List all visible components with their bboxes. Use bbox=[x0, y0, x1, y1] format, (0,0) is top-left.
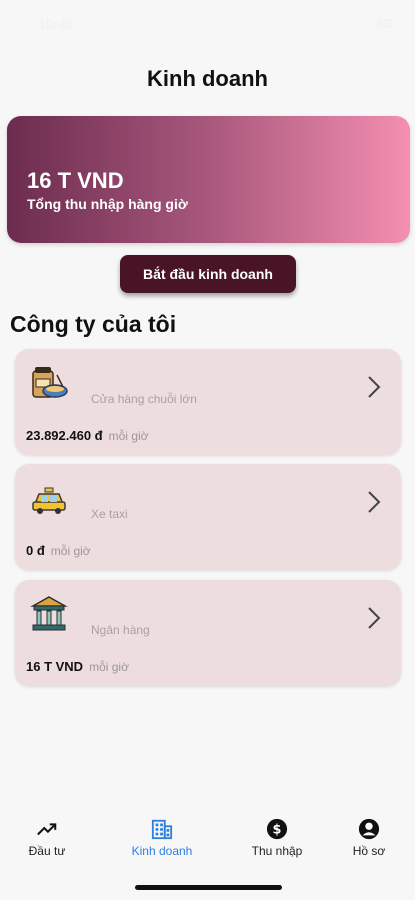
section-title: Công ty của tôi bbox=[10, 311, 177, 337]
nav-label-invest: Đầu tư bbox=[28, 844, 66, 858]
nav-item-business[interactable]: Kinh doanh bbox=[122, 810, 202, 860]
company-income: 23.892.460 đ mỗi giờ bbox=[26, 428, 149, 443]
status-bar: 10:41 4G bbox=[0, 0, 415, 50]
company-income-value: 23.892.460 đ bbox=[26, 428, 103, 443]
nav-item-invest[interactable]: Đầu tư bbox=[7, 810, 87, 860]
nav-item-profile[interactable]: Hồ sơ bbox=[329, 810, 409, 860]
status-time: 10:41 bbox=[38, 16, 74, 32]
company-income: 0 đ mỗi giờ bbox=[26, 543, 91, 558]
account-circle-icon bbox=[358, 818, 380, 840]
nav-label-business: Kinh doanh bbox=[131, 844, 193, 858]
home-indicator bbox=[135, 885, 282, 890]
building-icon bbox=[151, 819, 173, 840]
nav-item-income[interactable]: $ Thu nhập bbox=[237, 810, 317, 860]
page-title: Kinh doanh bbox=[147, 66, 268, 91]
company-card-chain-store[interactable]: Cửa hàng chuỗi lớn 23.892.460 đ mỗi giờ bbox=[15, 349, 401, 455]
company-card-bank[interactable]: Ngân hàng 16 T VND mỗi giờ bbox=[15, 580, 401, 686]
company-income-unit: mỗi giờ bbox=[50, 544, 91, 558]
status-network: 4G bbox=[375, 16, 393, 31]
taxi-icon bbox=[32, 487, 66, 514]
total-income-label: Tổng thu nhập hàng giờ bbox=[27, 196, 188, 212]
company-income-value: 0 đ bbox=[26, 543, 45, 558]
company-income-value: 16 T VND bbox=[26, 659, 84, 674]
food-store-icon bbox=[32, 367, 68, 398]
total-income-card: 16 T VND Tổng thu nhập hàng giờ bbox=[7, 116, 410, 243]
company-income-unit: mỗi giờ bbox=[89, 660, 129, 674]
svg-text:$: $ bbox=[273, 823, 282, 838]
company-income: 16 T VND mỗi giờ bbox=[26, 659, 129, 674]
start-business-button[interactable]: Bắt đầu kinh doanh bbox=[120, 255, 296, 293]
chevron-right-icon[interactable] bbox=[367, 375, 381, 399]
dollar-circle-icon: $ bbox=[266, 818, 288, 840]
company-card-taxi[interactable]: Xe taxi 0 đ mỗi giờ bbox=[15, 464, 401, 570]
nav-label-income: Thu nhập bbox=[251, 844, 303, 858]
company-name: Xe taxi bbox=[91, 507, 128, 521]
trending-up-icon bbox=[37, 823, 57, 836]
bottom-nav: Đầu tư Kinh doanh $ Thu nhập Hồ sơ bbox=[0, 810, 415, 870]
chevron-right-icon[interactable] bbox=[367, 490, 381, 514]
company-name: Ngân hàng bbox=[91, 623, 150, 637]
bank-icon bbox=[30, 596, 68, 631]
nav-label-profile: Hồ sơ bbox=[352, 844, 386, 858]
company-income-unit: mỗi giờ bbox=[108, 429, 149, 443]
total-income-amount: 16 T VND bbox=[27, 168, 124, 193]
chevron-right-icon[interactable] bbox=[367, 606, 381, 630]
company-name: Cửa hàng chuỗi lớn bbox=[91, 392, 197, 406]
